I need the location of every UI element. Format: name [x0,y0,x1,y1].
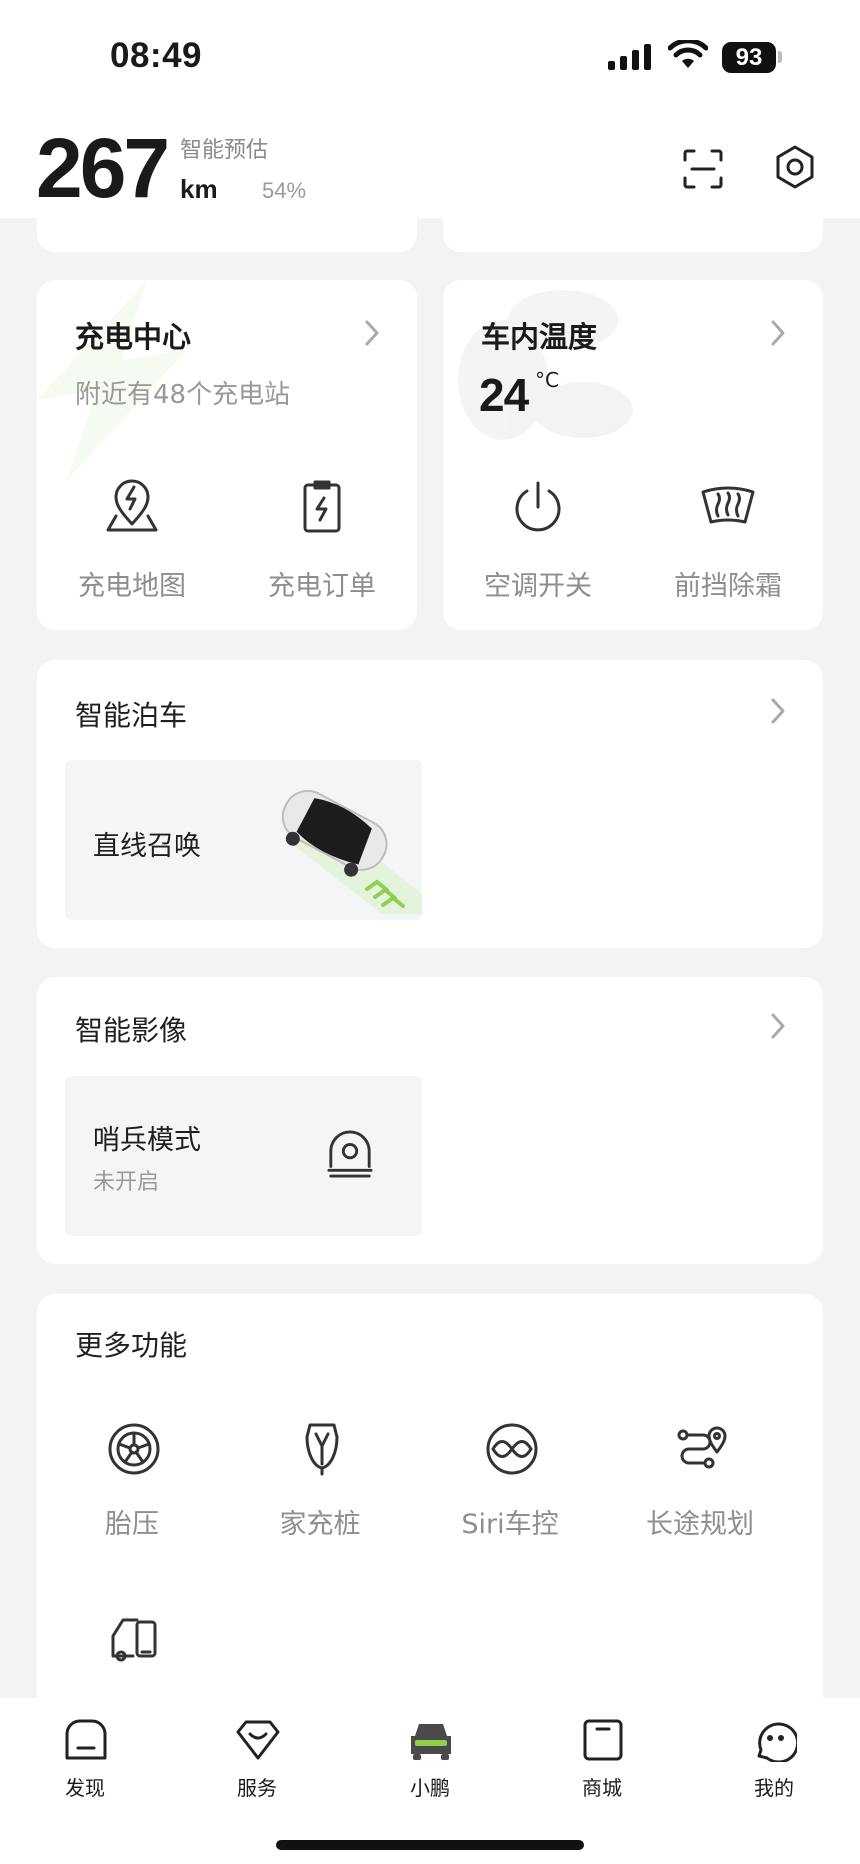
range-label: 智能预估 [180,138,269,163]
wifi-icon [668,40,708,68]
smart-parking-card[interactable]: 智能泊车 直线召唤 [37,660,823,948]
function-label: 长途规划 [646,1509,754,1540]
function-label: 胎压 [105,1509,159,1540]
card-subtitle: 附近有48个充电站 [75,380,291,410]
siri-icon [486,1423,538,1475]
sentry-mode-tile[interactable]: 哨兵模式 未开启 [65,1076,422,1236]
route-planning-button[interactable]: 长途规划 [605,1422,795,1552]
more-functions-card: 更多功能 胎压 家充桩 Siri车控 长途规划 [37,1294,823,1714]
card-title: 更多功能 [75,1329,188,1362]
tab-xiaopeng[interactable]: 小鹏 [370,1718,490,1808]
charging-center-card[interactable]: 充电中心 附近有48个充电站 充电地图 充电订单 [37,280,417,630]
status-time: 08:49 [110,36,203,75]
action-label: 充电地图 [78,571,186,602]
siri-control-button[interactable]: Siri车控 [415,1422,605,1552]
charge-map-icon [106,479,158,532]
profile-icon [757,1722,797,1762]
front-defrost-button[interactable]: 前挡除霜 [633,478,823,618]
card-title: 车内温度 [481,320,598,354]
tile-title: 直线召唤 [93,831,201,862]
tab-label: 发现 [65,1776,105,1800]
home-indicator[interactable] [276,1840,584,1850]
tab-label: 商城 [582,1776,622,1800]
battery-indicator: 93 [722,42,776,73]
action-label: 前挡除霜 [674,571,782,602]
chevron-right-icon[interactable] [769,318,787,348]
tire-pressure-button[interactable]: 胎压 [37,1422,227,1552]
tab-profile[interactable]: 我的 [714,1718,834,1808]
tab-service[interactable]: 服务 [197,1718,317,1808]
discover-icon [65,1719,107,1760]
straight-summon-tile[interactable]: 直线召唤 [65,760,422,920]
cabin-temperature-card[interactable]: 车内温度 24 °C 空调开关 前挡除霜 [443,280,823,630]
function-label: 家充桩 [279,1509,361,1540]
tile-subtitle: 未开启 [93,1170,160,1195]
power-icon [515,481,561,532]
charge-order-button[interactable]: 充电订单 [227,478,417,618]
smart-imaging-card[interactable]: 智能影像 哨兵模式 未开启 [37,977,823,1264]
previous-card-right [443,200,823,252]
chevron-right-icon[interactable] [769,696,787,726]
card-title: 智能泊车 [75,699,188,732]
action-label: 空调开关 [484,571,592,602]
action-label: 充电订单 [268,571,376,602]
tab-label: 小鹏 [410,1776,450,1800]
car-tab-icon [411,1724,451,1760]
temperature-value: 24 [479,369,529,421]
home-charger-icon [305,1423,339,1476]
tab-label: 我的 [754,1776,794,1800]
function-label: Siri车控 [461,1509,559,1540]
scan-icon[interactable] [682,148,724,190]
vehicle-device-icon [111,1618,157,1662]
settings-icon[interactable] [772,144,818,190]
store-icon [583,1719,623,1761]
service-icon [236,1720,280,1760]
cellular-signal-icon [608,44,651,70]
status-bar: 08:49 93 [0,0,860,112]
defrost-icon [701,486,755,524]
car-image [281,789,422,914]
card-title: 智能影像 [75,1014,188,1047]
tire-icon [108,1423,160,1475]
chevron-right-icon[interactable] [769,1011,787,1041]
charge-map-button[interactable]: 充电地图 [37,478,227,618]
ac-power-button[interactable]: 空调开关 [443,478,633,618]
home-charger-button[interactable]: 家充桩 [225,1422,415,1552]
tab-store[interactable]: 商城 [542,1718,662,1808]
tab-label: 服务 [237,1776,277,1800]
chevron-right-icon[interactable] [363,318,381,348]
sentry-camera-icon [327,1130,373,1178]
previous-card-left [37,200,417,252]
card-title: 充电中心 [75,320,192,354]
tile-title: 哨兵模式 [93,1125,201,1156]
charge-order-icon [303,480,341,533]
route-icon [677,1426,727,1469]
tab-discover[interactable]: 发现 [25,1718,145,1808]
temperature-unit: °C [535,368,559,392]
battery-tip [778,51,782,63]
range-value: 267 [36,121,170,215]
